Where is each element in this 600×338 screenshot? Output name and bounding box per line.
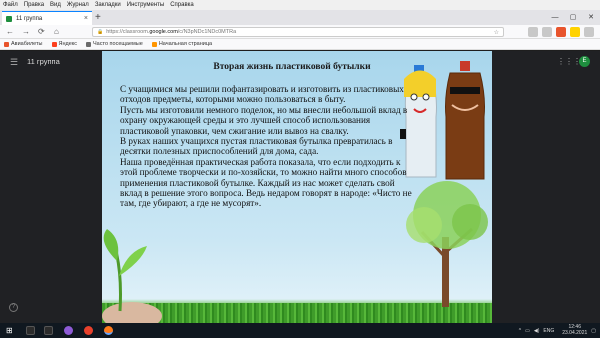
clock[interactable]: 12:46 23.04.2021 [558, 324, 587, 336]
bookmark-avia[interactable]: Авиабилеты [4, 41, 43, 47]
start-button[interactable]: ⊞ [6, 326, 13, 335]
task-view-icon[interactable] [44, 326, 53, 335]
sprout-illustration [102, 229, 162, 323]
volume-icon[interactable]: ◀) [534, 328, 540, 334]
bookmark-star-icon[interactable]: ☆ [494, 29, 499, 36]
window-controls: — ▢ ✕ [546, 10, 600, 25]
menu-history[interactable]: Журнал [67, 0, 89, 10]
tray-up-icon[interactable]: ^ [519, 328, 521, 334]
viewer-right-panel [492, 73, 600, 323]
presentation-slide: Вторая жизнь пластиковой бутылки С учащи… [102, 51, 492, 323]
menu-tools[interactable]: Инструменты [127, 0, 164, 10]
language-indicator[interactable]: ENG [543, 328, 554, 334]
reload-button[interactable]: ⟳ [38, 26, 45, 38]
slide-title: Вторая жизнь пластиковой бутылки [213, 62, 371, 72]
maximize-button[interactable]: ▢ [564, 10, 582, 25]
slide-paragraph: В руках наших учащихся пустая пластикова… [120, 136, 393, 157]
close-window-button[interactable]: ✕ [582, 10, 600, 25]
menu-bookmarks[interactable]: Закладки [95, 0, 121, 10]
search-icon[interactable] [26, 326, 35, 335]
lock-icon: 🔒 [97, 29, 104, 35]
apps-grid-icon[interactable]: ⋮⋮⋮ [557, 57, 581, 66]
bookmark-avia-icon [4, 41, 9, 47]
classroom-favicon-icon [6, 15, 12, 22]
taskbar: ⊞ ^ ▭ ◀) ENG 12:46 23.04.2021 ▢ [0, 323, 600, 338]
firefox-icon[interactable] [104, 326, 113, 335]
yandex-browser-icon[interactable] [84, 326, 93, 335]
tab-close-icon[interactable]: × [84, 15, 88, 22]
library-icon[interactable] [528, 27, 538, 37]
network-icon[interactable]: ▭ [525, 328, 530, 334]
main-menu-icon[interactable]: ☰ [10, 57, 18, 68]
notifications-icon[interactable]: ▢ [591, 328, 596, 334]
viewer-left-panel [0, 73, 102, 323]
bookmark-start-icon [151, 41, 157, 47]
home-button[interactable]: ⌂ [54, 26, 59, 38]
help-icon[interactable]: ? [9, 303, 18, 312]
url-text: https://classroom.google.com/c/N3pNDc1ND… [106, 29, 237, 35]
menu-bar: Файл Правка Вид Журнал Закладки Инструме… [0, 0, 600, 10]
forward-button[interactable]: → [22, 26, 30, 38]
extension-icon[interactable] [556, 27, 566, 37]
minimize-button[interactable]: — [546, 10, 564, 25]
menu-help[interactable]: Справка [170, 0, 194, 10]
tab-title: 11 группа [16, 15, 43, 22]
bookmark-start[interactable]: Начальная страница [151, 41, 212, 47]
bookmark-yandex[interactable]: Яндекс [51, 41, 77, 47]
bookmark-yandex-icon [51, 41, 57, 47]
avatar[interactable]: Е [579, 56, 590, 67]
address-bar[interactable]: 🔒 https://classroom.google.com/c/N3pNDc1… [92, 27, 504, 37]
menu-file[interactable]: Файл [3, 0, 18, 10]
toolbar-icons [524, 27, 594, 37]
slide-paragraph: Пусть мы изготовили немного поделок, но … [120, 104, 408, 136]
back-button[interactable]: ← [6, 26, 14, 38]
bookmark-frequent[interactable]: Часто посещаемые [86, 41, 143, 47]
addon-icon[interactable] [570, 27, 580, 37]
group-name[interactable]: 11 группа [27, 57, 60, 66]
purple-app-icon[interactable] [64, 326, 73, 335]
tab-classroom[interactable]: 11 группа × [2, 11, 92, 25]
menu-edit[interactable]: Правка [24, 0, 44, 10]
system-tray: ^ ▭ ◀) ENG 12:46 23.04.2021 ▢ [515, 324, 596, 336]
menu-view[interactable]: Вид [50, 0, 61, 10]
menu-hamburger-icon[interactable] [584, 27, 594, 37]
new-tab-button[interactable]: + [95, 11, 101, 24]
navigation-bar: ← → ⟳ ⌂ 🔒 https://classroom.google.com/c… [0, 25, 600, 39]
slide-paragraph: С учащимися мы решили пофантазировать и … [120, 84, 404, 105]
sidebar-icon[interactable] [542, 27, 552, 37]
bookmark-frequent-icon [86, 41, 92, 47]
slide-body: С учащимися мы решили пофантазировать и … [120, 84, 416, 209]
tab-bar: 11 группа × + — ▢ ✕ [0, 10, 600, 25]
slide-paragraph: Наша проведённая практическая работа пок… [120, 156, 412, 209]
bookmarks-bar: Авиабилеты Яндекс Часто посещаемые Начал… [0, 39, 600, 50]
